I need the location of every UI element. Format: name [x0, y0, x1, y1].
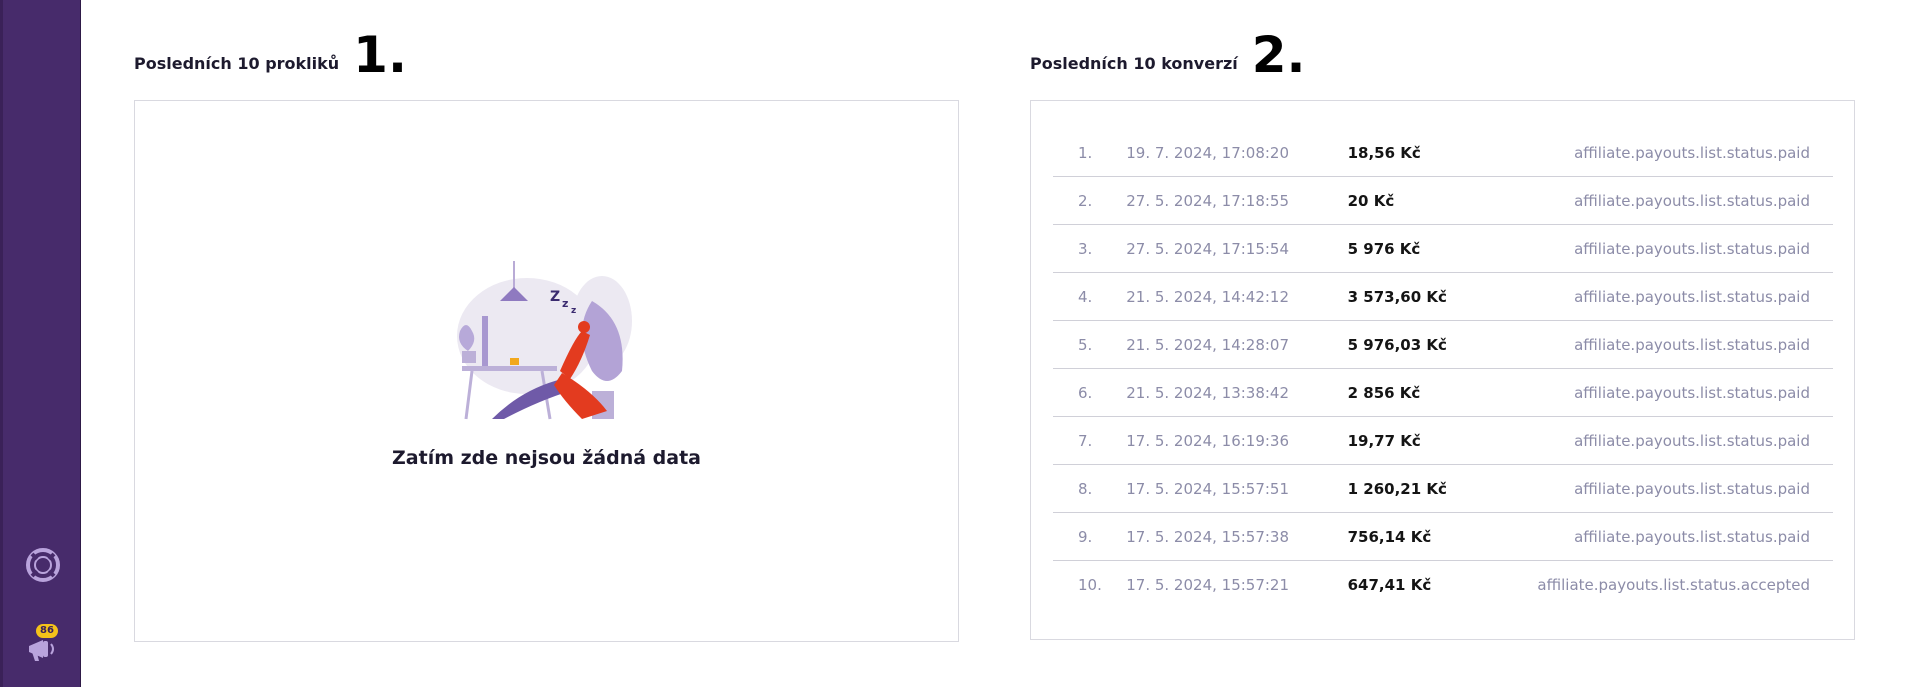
row-date: 19. 7. 2024, 17:08:20	[1126, 129, 1348, 177]
clicks-panel: Z z z Zatím zde nejsou žádná data	[134, 100, 959, 642]
table-row: 4. 21. 5. 2024, 14:42:12 3 573,60 Kč affili…	[1053, 272, 1833, 321]
table-row: 10. 17. 5. 2024, 15:57:21 647,41 Kč affilia…	[1053, 561, 1833, 609]
row-amount: 1 260,21 Kč	[1347, 464, 1538, 513]
row-status: affiliate.payouts.list.status.paid	[1537, 272, 1833, 321]
notification-badge: 86	[36, 624, 58, 638]
row-status: affiliate.payouts.list.status.paid	[1537, 416, 1833, 465]
table-row: 5. 21. 5. 2024, 14:28:07 5 976,03 Kč affili…	[1053, 320, 1833, 369]
table-row: 3. 27. 5. 2024, 17:15:54 5 976 Kč affiliate…	[1053, 224, 1833, 273]
row-index: 4.	[1053, 272, 1127, 321]
row-amount: 5 976,03 Kč	[1347, 320, 1538, 369]
table-row: 8. 17. 5. 2024, 15:57:51 1 260,21 Kč affili…	[1053, 464, 1833, 513]
row-date: 17. 5. 2024, 15:57:21	[1126, 575, 1290, 594]
row-index: 1.	[1053, 129, 1127, 177]
row-status: affiliate.payouts.list.status.paid	[1537, 464, 1833, 513]
row-amount: 19,77 Kč	[1347, 416, 1538, 465]
row-amount: 20 Kč	[1347, 176, 1538, 225]
row-status: affiliate.payouts.list.status.paid	[1537, 320, 1833, 369]
table-row: 6. 21. 5. 2024, 13:38:42 2 856 Kč affiliate…	[1053, 368, 1833, 417]
row-amount: 5 976 Kč	[1347, 224, 1538, 273]
row-index: 10.	[1078, 575, 1102, 594]
row-status: affiliate.payouts.list.status.paid	[1537, 512, 1833, 561]
row-amount: 18,56 Kč	[1347, 129, 1538, 177]
row-amount: 3 573,60 Kč	[1347, 272, 1538, 321]
row-index: 5.	[1053, 320, 1127, 369]
sidebar: 86	[0, 0, 81, 687]
row-date: 21. 5. 2024, 14:28:07	[1126, 320, 1348, 369]
row-date: 17. 5. 2024, 16:19:36	[1126, 416, 1348, 465]
clicks-number: 1.	[353, 26, 407, 84]
row-index: 2.	[1053, 176, 1127, 225]
row-date: 27. 5. 2024, 17:18:55	[1126, 176, 1348, 225]
conversions-section-title: Posledních 10 konverzí 2.	[1030, 26, 1306, 84]
row-status: affiliate.payouts.list.status.paid	[1537, 224, 1833, 273]
empty-message: Zatím zde nejsou žádná data	[392, 447, 701, 469]
svg-text:z: z	[571, 306, 576, 316]
row-amount: 2 856 Kč	[1347, 368, 1538, 417]
conversions-table: 1. 19. 7. 2024, 17:08:20 18,56 Kč affiliate…	[1053, 129, 1833, 608]
table-row: 2. 27. 5. 2024, 17:18:55 20 Kč affiliate.pa…	[1053, 176, 1833, 225]
clicks-title: Posledních 10 prokliků	[134, 54, 340, 73]
row-date: 21. 5. 2024, 13:38:42	[1126, 368, 1348, 417]
row-date: 27. 5. 2024, 17:15:54	[1126, 224, 1348, 273]
row-date: 21. 5. 2024, 14:42:12	[1126, 272, 1348, 321]
row-status: affiliate.payouts.list.status.paid	[1537, 129, 1833, 177]
row-index: 6.	[1053, 368, 1127, 417]
row-index: 7.	[1053, 416, 1127, 465]
table-row: 7. 17. 5. 2024, 16:19:36 19,77 Kč affiliate…	[1053, 416, 1833, 465]
row-index: 3.	[1053, 224, 1127, 273]
row-status: affiliate.payouts.list.status.paid	[1537, 368, 1833, 417]
row-date: 17. 5. 2024, 15:57:38	[1126, 512, 1348, 561]
conversions-title: Posledních 10 konverzí	[1030, 54, 1238, 73]
row-status: affiliate.payouts.list.status.accepted	[1537, 575, 1810, 594]
conversions-number: 2.	[1251, 26, 1306, 84]
svg-text:z: z	[562, 297, 568, 310]
table-row: 1. 19. 7. 2024, 17:08:20 18,56 Kč affiliate…	[1053, 129, 1833, 177]
row-index: 8.	[1053, 464, 1127, 513]
row-amount: 756,14 Kč	[1347, 512, 1538, 561]
row-date: 17. 5. 2024, 15:57:51	[1126, 464, 1348, 513]
row-status: affiliate.payouts.list.status.paid	[1537, 176, 1833, 225]
row-amount: 647,41 Kč	[1347, 575, 1432, 594]
row-index: 9.	[1053, 512, 1127, 561]
sleeping-illustration: Z z z	[456, 261, 632, 420]
table-row: 9. 17. 5. 2024, 15:57:38 756,14 Kč affiliat…	[1053, 512, 1833, 561]
svg-text:Z: Z	[550, 289, 560, 305]
clicks-section-title: Posledních 10 prokliků 1.	[134, 26, 407, 84]
conversions-panel: 1. 19. 7. 2024, 17:08:20 18,56 Kč affiliate…	[1030, 100, 1855, 640]
lifebuoy-icon[interactable]	[23, 545, 63, 585]
empty-state: Z z z Zatím zde nejsou žádná data	[135, 261, 958, 469]
